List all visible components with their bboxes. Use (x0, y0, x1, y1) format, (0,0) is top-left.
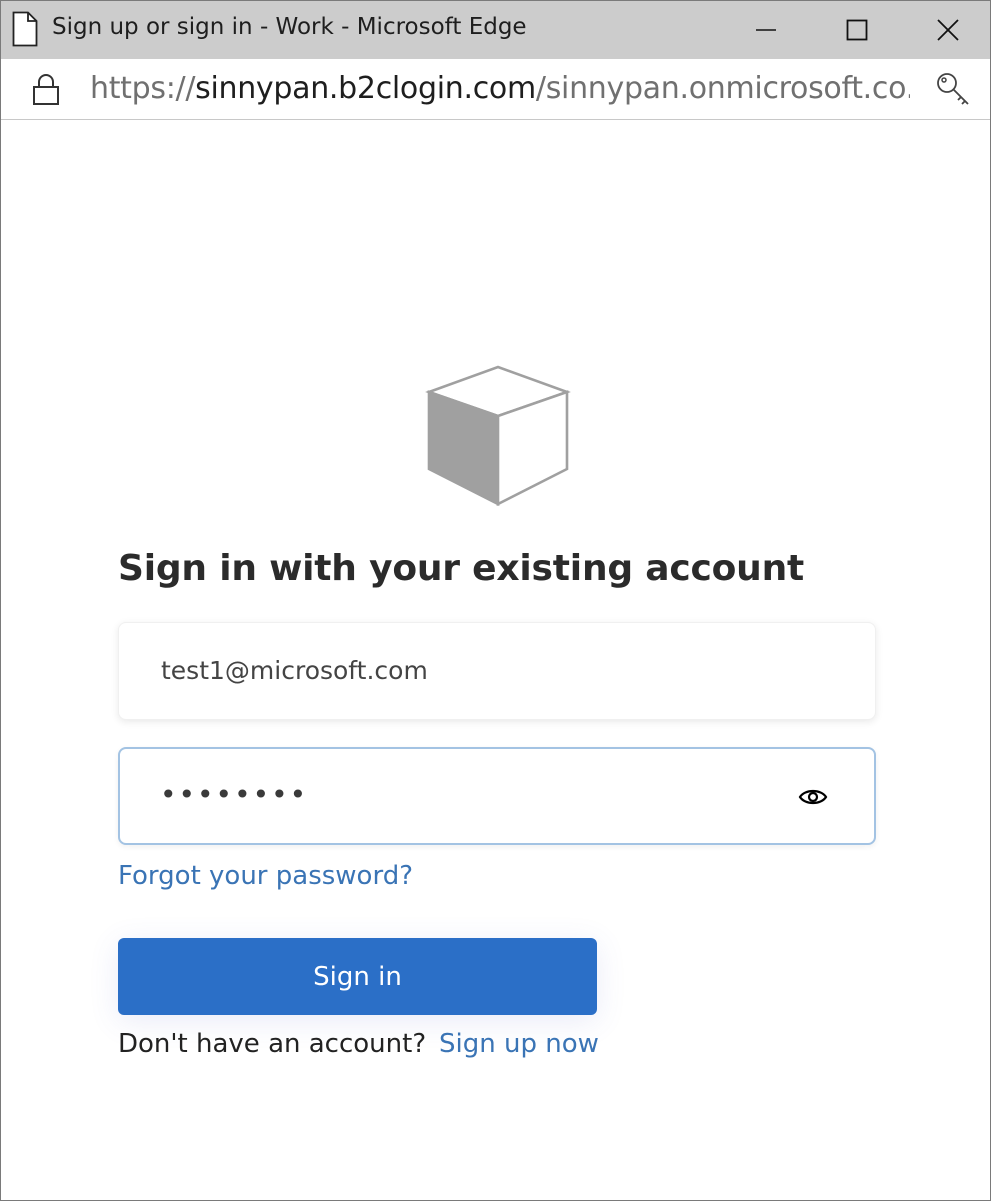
cube-logo (423, 365, 573, 507)
email-value: test1@microsoft.com (161, 656, 428, 685)
url-text[interactable]: https://sinnypan.b2clogin.com/sinnypan.o… (90, 71, 910, 106)
minimize-button[interactable] (720, 1, 812, 59)
forgot-password-link[interactable]: Forgot your password? (118, 861, 413, 891)
page-content: Sign in with your existing account test1… (1, 120, 990, 1200)
lock-icon[interactable] (32, 72, 60, 106)
title-bar: Sign up or sign in - Work - Microsoft Ed… (1, 1, 990, 59)
page-icon (12, 11, 38, 47)
url-path: /sinnypan.onmicrosoft.co... (535, 71, 910, 106)
eye-icon[interactable] (798, 786, 828, 808)
password-value: •••••••• (160, 778, 309, 811)
sign-in-button[interactable]: Sign in (118, 938, 597, 1015)
url-host: sinnypan.b2clogin.com (195, 71, 536, 106)
window-title: Sign up or sign in - Work - Microsoft Ed… (52, 14, 527, 40)
page-title: Sign in with your existing account (118, 548, 805, 589)
sign-up-link[interactable]: Sign up now (439, 1029, 599, 1059)
key-icon[interactable] (935, 71, 973, 107)
close-icon (936, 18, 960, 42)
close-button[interactable] (902, 1, 991, 59)
maximize-button[interactable] (811, 1, 903, 59)
email-field[interactable]: test1@microsoft.com (118, 622, 876, 720)
password-field[interactable]: •••••••• (118, 747, 876, 845)
browser-window: Sign up or sign in - Work - Microsoft Ed… (0, 0, 991, 1201)
no-account-text: Don't have an account? (118, 1029, 427, 1059)
maximize-icon (846, 19, 868, 41)
minimize-icon (755, 19, 777, 41)
url-scheme: https:// (90, 71, 196, 106)
address-bar[interactable]: https://sinnypan.b2clogin.com/sinnypan.o… (1, 59, 990, 120)
